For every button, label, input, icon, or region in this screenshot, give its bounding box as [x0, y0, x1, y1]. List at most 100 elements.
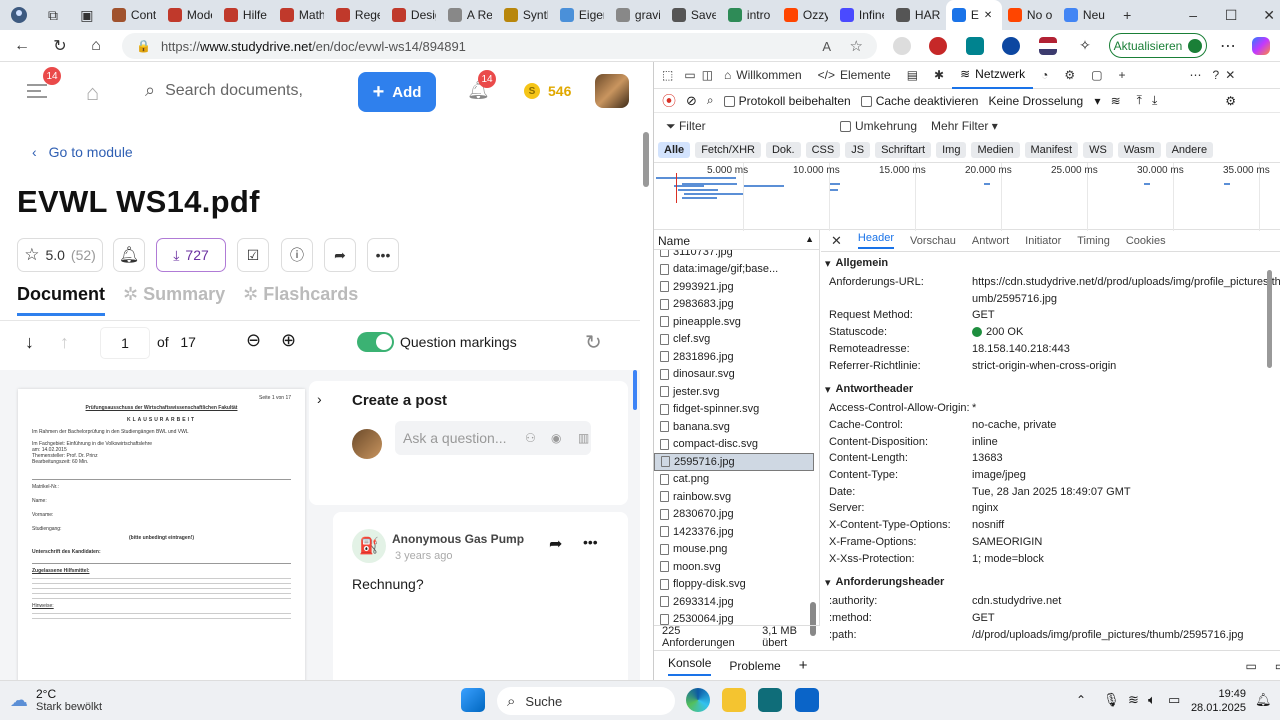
request-row[interactable]: 2693314.jpg: [654, 593, 814, 611]
extension-icon[interactable]: [893, 37, 911, 55]
request-row[interactable]: cat.png: [654, 471, 814, 489]
request-row[interactable]: mouse.png: [654, 541, 814, 559]
tab-flashcards[interactable]: ✲ Flashcards: [243, 284, 358, 316]
file-explorer-icon[interactable]: [722, 688, 746, 712]
weather-widget[interactable]: ☁ 2°C Stark bewölkt: [10, 687, 102, 713]
follow-bell-button[interactable]: 🔔︎: [113, 238, 145, 272]
settings-icon[interactable]: ⚙: [1225, 94, 1236, 108]
favorite-star-icon[interactable]: ☆: [850, 37, 863, 55]
browser-tab[interactable]: Synth: [498, 0, 554, 30]
browser-tab[interactable]: Ozzy: [778, 0, 834, 30]
browser-tab[interactable]: gravit: [610, 0, 666, 30]
extension-icon[interactable]: [1002, 37, 1020, 55]
detail-tab[interactable]: Vorschau: [910, 235, 956, 247]
close-tab-icon[interactable]: ✕: [984, 10, 992, 21]
request-row[interactable]: 2831896.jpg: [654, 348, 814, 366]
close-window-icon[interactable]: ✕: [1258, 4, 1280, 26]
header-value[interactable]: /d/prod/uploads/img/profile_pictures/thu…: [972, 629, 1244, 641]
request-row[interactable]: floppy-disk.svg: [654, 576, 814, 594]
filter-type-button[interactable]: Alle: [658, 142, 691, 158]
header-value[interactable]: 13683: [972, 452, 1003, 464]
header-value[interactable]: SAMEORIGIN: [972, 536, 1042, 548]
microphone-icon[interactable]: 🎙︎: [1103, 692, 1120, 708]
rotate-icon[interactable]: ↻: [585, 330, 602, 355]
more-options-icon[interactable]: •••: [583, 534, 598, 550]
tab-network[interactable]: ≋ Netzwerk: [952, 62, 1034, 89]
browser-tab[interactable]: Mode: [162, 0, 218, 30]
taskbar-clock[interactable]: 19:49 28.01.2025: [1166, 687, 1246, 715]
new-tab-icon[interactable]: +: [1116, 4, 1138, 26]
bug-icon[interactable]: ✱: [926, 62, 952, 89]
filter-type-button[interactable]: Andere: [1165, 142, 1214, 158]
request-row[interactable]: 2530064.jpg: [654, 611, 814, 625]
request-row[interactable]: dinosaur.svg: [654, 366, 814, 384]
ask-question-input[interactable]: Ask a question... ⚇ ◉ ▥: [395, 421, 591, 455]
notifications-bell-icon[interactable]: 🔔︎: [1255, 692, 1272, 708]
request-row[interactable]: 3110737.jpg: [654, 250, 814, 261]
more-options-button[interactable]: •••: [367, 238, 399, 272]
detail-tab[interactable]: Initiator: [1025, 235, 1061, 247]
filter-type-button[interactable]: Wasm: [1117, 142, 1161, 158]
app-icon[interactable]: [758, 688, 782, 712]
download-button[interactable]: ⤓ 727: [156, 238, 226, 272]
menu-dots-icon[interactable]: ⋯: [1218, 36, 1238, 56]
header-value[interactable]: *: [972, 402, 976, 414]
volume-icon[interactable]: 🔈︎: [1148, 692, 1156, 708]
browser-tab[interactable]: Save: [666, 0, 722, 30]
throttle-select[interactable]: Keine Drosselung ▾: [988, 94, 1100, 108]
request-row[interactable]: banana.svg: [654, 418, 814, 436]
tab-elements[interactable]: </> Elemente: [810, 62, 899, 89]
detail-tab[interactable]: Cookies: [1126, 235, 1166, 247]
disable-cache-checkbox[interactable]: Cache deaktivieren: [860, 94, 978, 108]
filter-type-button[interactable]: JS: [845, 142, 871, 158]
filter-type-button[interactable]: Dok.: [765, 142, 801, 158]
share-icon[interactable]: ➦: [549, 534, 562, 554]
network-timeline[interactable]: 5.000 ms 10.000 ms 15.000 ms 20.000 ms 25.00…: [654, 162, 1280, 231]
request-row[interactable]: compact-disc.svg: [654, 436, 814, 454]
back-icon[interactable]: ←: [12, 36, 32, 56]
more-options-icon[interactable]: ⋯: [1182, 62, 1210, 89]
extension-icon[interactable]: [929, 37, 947, 55]
tab-document[interactable]: Document: [17, 284, 106, 316]
windows-start-icon[interactable]: [461, 688, 485, 712]
header-value[interactable]: umb/2595716.jpg: [972, 293, 1057, 305]
header-value[interactable]: https://cdn.studydrive.net/d/prod/upload…: [972, 276, 1280, 288]
more-tabs-icon[interactable]: +: [1111, 62, 1134, 89]
inspect-icon[interactable]: ⬚: [654, 62, 681, 89]
browser-tab[interactable]: No o: [1002, 0, 1058, 30]
more-filters-dropdown[interactable]: Mehr Filter ▾: [931, 119, 998, 133]
vertical-tabs-icon[interactable]: ▣: [76, 4, 98, 26]
download-icon[interactable]: ⤓: [1152, 93, 1157, 108]
browser-tab[interactable]: Rege: [330, 0, 386, 30]
request-row[interactable]: rainbow.svg: [654, 488, 814, 506]
request-row[interactable]: pineapple.svg: [654, 313, 814, 331]
header-value[interactable]: Tue, 28 Jan 2025 18:49:07 GMT: [972, 486, 1131, 498]
detail-tab[interactable]: Antwort: [972, 235, 1009, 247]
close-detail-icon[interactable]: ✕: [831, 233, 842, 249]
info-button[interactable]: ⓘ: [281, 238, 313, 272]
reload-icon[interactable]: ↻: [50, 36, 70, 56]
detail-tab[interactable]: Timing: [1077, 235, 1110, 247]
network-conditions-icon[interactable]: ≋: [1111, 94, 1121, 108]
viewer-scrollbar[interactable]: [633, 370, 637, 410]
zoom-in-icon[interactable]: ⊕: [281, 330, 296, 351]
outlook-icon[interactable]: [795, 688, 819, 712]
document-search[interactable]: ⌕ Search documents,: [145, 80, 303, 101]
chevron-up-icon[interactable]: ⌃: [1076, 693, 1086, 707]
preserve-log-checkbox[interactable]: Protokoll beibehalten: [723, 94, 851, 108]
header-section-title[interactable]: ▾ Anforderungsheader: [825, 573, 944, 591]
header-value[interactable]: nosniff: [972, 519, 1004, 531]
header-value[interactable]: 18.158.140.218:443: [972, 343, 1070, 355]
request-row[interactable]: data:image/gif;base...: [654, 261, 814, 279]
rating-button[interactable]: ☆ 5.0 (52): [17, 238, 103, 272]
filter-type-button[interactable]: CSS: [805, 142, 841, 158]
record-icon[interactable]: ⦿: [662, 91, 676, 111]
workspaces-icon[interactable]: ⧉: [42, 4, 64, 26]
header-value[interactable]: image/jpeg: [972, 469, 1026, 481]
detail-scrollbar[interactable]: [1267, 270, 1272, 368]
browser-tab[interactable]: Desig: [386, 0, 442, 30]
browser-tab[interactable]: Hilfe: [218, 0, 274, 30]
header-value[interactable]: GET: [972, 309, 995, 321]
header-value[interactable]: inline: [972, 436, 998, 448]
header-value[interactable]: cdn.studydrive.net: [972, 595, 1061, 607]
